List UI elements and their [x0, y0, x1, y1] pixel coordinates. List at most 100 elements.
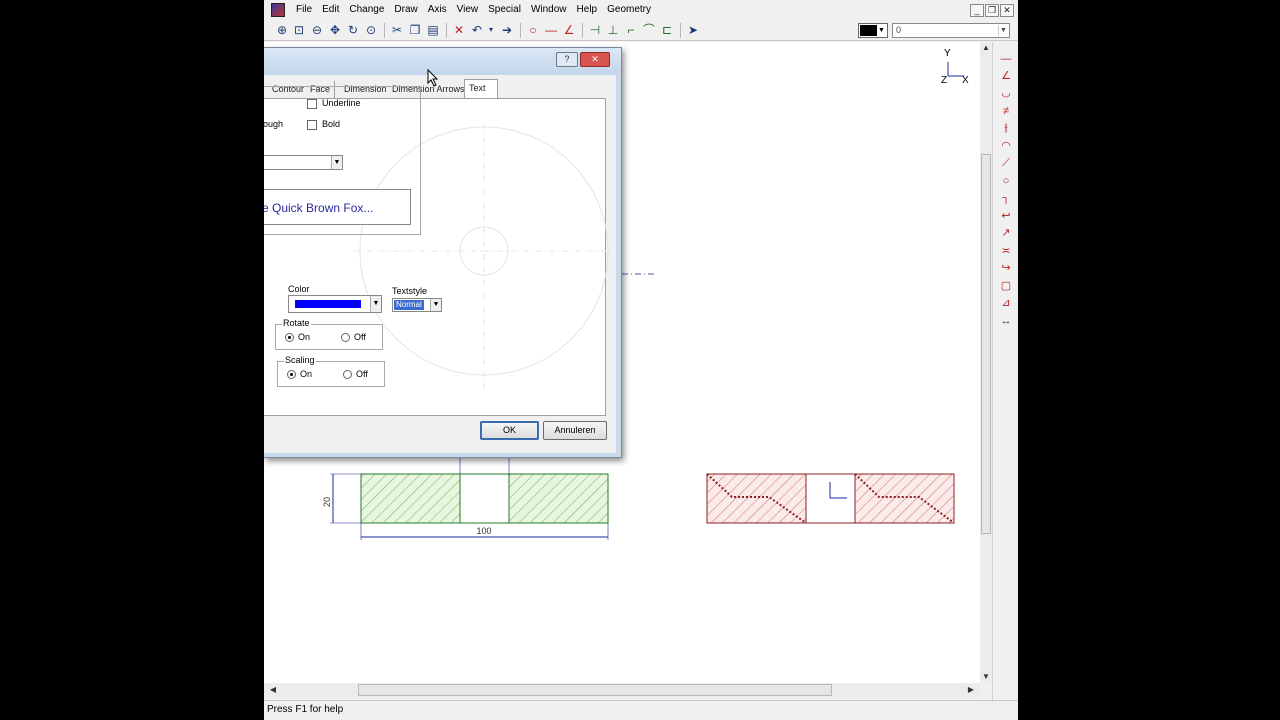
corner-tool-icon[interactable]: ┐: [998, 190, 1014, 206]
mouse-cursor-icon: [427, 68, 439, 87]
toolbar-separator: [520, 23, 521, 38]
hatch-red-right-outline: [854, 473, 955, 524]
polyline-tool-icon[interactable]: ↗: [998, 225, 1014, 241]
menu-axis[interactable]: Axis: [423, 0, 452, 20]
green-part-gap[interactable]: [459, 473, 510, 524]
line-tool-icon[interactable]: —: [998, 51, 1014, 67]
tab-page-text: Underline ough Bold ▼ e Quick Brown Fox.…: [264, 86, 609, 416]
chevron-down-icon: ▼: [998, 25, 1008, 36]
color-swatch-blue: [295, 300, 361, 308]
fillet-tool-icon[interactable]: ↩: [998, 208, 1014, 224]
scroll-left-icon[interactable]: ◀: [267, 684, 279, 696]
text-properties-dialog: ? ✕ Contour Face Dimension Dimension Arr…: [264, 47, 622, 458]
curve-tool-icon[interactable]: ↪: [998, 260, 1014, 276]
dialog-titlebar[interactable]: ? ✕: [264, 48, 621, 75]
status-text: Press F1 for help: [267, 704, 344, 715]
copy-icon[interactable]: ❐: [407, 22, 423, 38]
bracket-icon[interactable]: ⌐: [623, 22, 639, 38]
menu-view[interactable]: View: [452, 0, 484, 20]
rotate-on-radio[interactable]: [285, 333, 294, 342]
menu-window[interactable]: Window: [526, 0, 572, 20]
layer-combo[interactable]: 0 ▼: [892, 23, 1010, 38]
chevron-down-icon: ▼: [331, 156, 342, 169]
circle-tool-icon[interactable]: ○: [998, 173, 1014, 189]
rotate-groupbox: Rotate On Off: [275, 318, 383, 350]
delete-icon[interactable]: ✕: [451, 22, 467, 38]
chamfer-tool-icon[interactable]: ⊿: [998, 295, 1014, 311]
dimension-2-icon[interactable]: ⊥: [605, 22, 621, 38]
rounded-rect-tool-icon[interactable]: ▢: [998, 278, 1014, 294]
pan-icon[interactable]: ✥: [327, 22, 343, 38]
axis-x-label: X: [962, 75, 969, 86]
close-button[interactable]: ✕: [1000, 4, 1014, 17]
scroll-up-icon[interactable]: ▲: [980, 42, 992, 54]
rect-dimension-icon[interactable]: ⊏: [659, 22, 675, 38]
menu-geometry[interactable]: Geometry: [602, 0, 656, 20]
menu-file[interactable]: File: [291, 0, 317, 20]
arc-2-tool-icon[interactable]: ◠: [998, 138, 1014, 154]
font-size-combo[interactable]: ▼: [264, 155, 343, 170]
redo-icon[interactable]: ➔: [499, 22, 515, 38]
cancel-button[interactable]: Annuleren: [543, 421, 607, 440]
dim-text-height: 20: [322, 497, 332, 507]
offset-tool-icon[interactable]: ≠: [998, 103, 1014, 119]
scroll-down-icon[interactable]: ▼: [980, 671, 992, 683]
color-picker[interactable]: ▼: [858, 23, 888, 38]
menu-help[interactable]: Help: [572, 0, 603, 20]
textstyle-label: Textstyle: [392, 286, 428, 296]
redraw-icon[interactable]: ↻: [345, 22, 361, 38]
horizontal-scroll-thumb[interactable]: [358, 684, 832, 696]
extend-tool-icon[interactable]: ↔: [998, 313, 1014, 329]
scaling-on-radio[interactable]: [287, 370, 296, 379]
toolbar-separator: [582, 23, 583, 38]
cut-icon[interactable]: ✂: [389, 22, 405, 38]
tangent-tool-icon[interactable]: ⟋: [998, 155, 1014, 171]
hatch-green-right-outline: [508, 473, 609, 524]
rotate-off-radio[interactable]: [341, 333, 350, 342]
select-arrow-icon[interactable]: ➤: [685, 22, 701, 38]
zoom-all-icon[interactable]: ⊙: [363, 22, 379, 38]
textstyle-combo[interactable]: Normal ▼: [392, 298, 442, 312]
horizontal-scrollbar[interactable]: ◀ ▶: [264, 683, 980, 697]
dimension-icon[interactable]: ⊣: [587, 22, 603, 38]
zoom-out-icon[interactable]: ⊖: [309, 22, 325, 38]
strikethrough-label: ough: [264, 119, 284, 129]
dialog-help-button[interactable]: ?: [556, 52, 578, 67]
arc-dimension-icon[interactable]: ⌒: [641, 22, 657, 38]
menu-draw[interactable]: Draw: [389, 0, 422, 20]
menu-change[interactable]: Change: [344, 0, 389, 20]
app-logo-icon[interactable]: [271, 3, 285, 17]
vertical-scroll-thumb[interactable]: [981, 154, 991, 534]
bold-checkbox[interactable]: [307, 120, 317, 130]
color-label: Color: [288, 284, 310, 294]
axis-z-label: Z: [941, 75, 947, 86]
chevron-down-icon: ▼: [430, 299, 441, 311]
angle-line-tool-icon[interactable]: ∠: [998, 68, 1014, 84]
paste-icon[interactable]: ▤: [425, 22, 441, 38]
scroll-right-icon[interactable]: ▶: [965, 684, 977, 696]
layer-value: 0: [896, 25, 902, 35]
undo-dropdown-icon[interactable]: ▾: [483, 22, 499, 38]
spline-tool-icon[interactable]: ≍: [998, 243, 1014, 259]
scaling-off-radio[interactable]: [343, 370, 352, 379]
vertical-scrollbar[interactable]: ▲ ▼: [980, 42, 992, 683]
minimize-button[interactable]: _: [970, 4, 984, 17]
dialog-close-button[interactable]: ✕: [580, 52, 610, 67]
arc-tool-icon[interactable]: ◡: [998, 85, 1014, 101]
restore-button[interactable]: ❐: [985, 4, 999, 17]
font-groupbox: Underline ough Bold ▼ e Quick Brown Fox.…: [264, 86, 421, 235]
line-icon[interactable]: —: [543, 22, 559, 38]
zoom-window-icon[interactable]: ⊡: [291, 22, 307, 38]
circle-icon[interactable]: ○: [525, 22, 541, 38]
menu-special[interactable]: Special: [483, 0, 526, 20]
underline-checkbox[interactable]: [307, 99, 317, 109]
zoom-in-icon[interactable]: ⊕: [274, 22, 290, 38]
tab-text[interactable]: Text: [464, 79, 498, 99]
angle-icon[interactable]: ∠: [561, 22, 577, 38]
parallel-tool-icon[interactable]: ⫲: [998, 120, 1014, 136]
toolbar-separator: [446, 23, 447, 38]
dialog-body: Contour Face Dimension Dimension Arrows …: [264, 75, 616, 453]
menu-edit[interactable]: Edit: [317, 0, 344, 20]
ok-button[interactable]: OK: [480, 421, 539, 440]
color-combo[interactable]: ▼: [288, 295, 382, 313]
